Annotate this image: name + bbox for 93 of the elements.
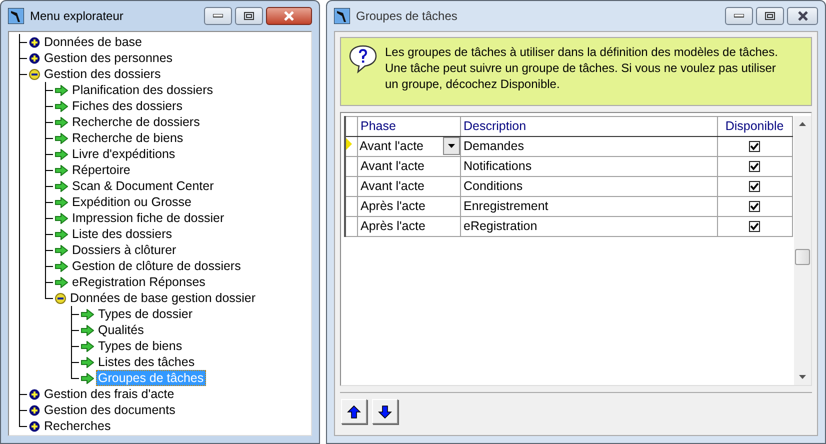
arrow-icon bbox=[55, 132, 68, 144]
arrow-icon bbox=[55, 228, 68, 240]
tree-item[interactable]: Gestion des dossiers bbox=[42, 66, 163, 82]
minimize-button[interactable] bbox=[204, 7, 232, 25]
close-icon bbox=[283, 11, 295, 21]
close-button[interactable] bbox=[266, 7, 312, 25]
arrow-icon bbox=[55, 244, 68, 256]
app-icon bbox=[8, 8, 24, 24]
arrow-icon bbox=[55, 212, 68, 224]
close-button[interactable] bbox=[787, 7, 818, 25]
minimize-icon bbox=[213, 14, 223, 18]
arrow-icon bbox=[55, 196, 68, 208]
tree-item[interactable]: Recherches bbox=[42, 418, 113, 434]
table-cell: Après l'acte bbox=[357, 216, 460, 236]
tree-item[interactable]: Listes des tâches bbox=[96, 354, 197, 370]
tree-item[interactable]: Gestion des documents bbox=[42, 402, 178, 418]
arrow-icon bbox=[55, 276, 68, 288]
scroll-down-icon[interactable] bbox=[799, 375, 806, 379]
scroll-up-icon[interactable] bbox=[799, 122, 806, 126]
info-text: Les groupes de tâches à utiliser dans la définition des modèles de tâches. Une tâche peut suivre un groupe de tâches. Si vous ne voulez pas utiliser un groupe, décochez Disponible. bbox=[385, 44, 779, 93]
scroll-thumb[interactable] bbox=[795, 249, 810, 265]
minimize-icon bbox=[734, 14, 744, 18]
move-up-button[interactable] bbox=[341, 399, 367, 424]
column-header[interactable]: Phase bbox=[357, 116, 460, 136]
tree-item[interactable]: Gestion des personnes bbox=[42, 50, 175, 66]
arrow-icon bbox=[55, 148, 68, 160]
arrow-icon bbox=[81, 356, 94, 368]
table-cell: Demandes bbox=[460, 136, 717, 156]
tree-item[interactable]: Liste des dossiers bbox=[70, 226, 174, 242]
tree-item[interactable]: eRegistration Réponses bbox=[70, 274, 208, 290]
checkbox[interactable] bbox=[749, 180, 760, 192]
minus-icon[interactable] bbox=[29, 68, 40, 80]
maximize-button[interactable] bbox=[235, 7, 263, 25]
table-cell: Avant l'acte bbox=[357, 176, 460, 196]
table-cell: Notifications bbox=[460, 156, 717, 176]
tree-item[interactable]: Fiches des dossiers bbox=[70, 98, 184, 114]
table-cell: eRegistration bbox=[460, 216, 717, 236]
arrow-icon bbox=[81, 324, 94, 336]
arrow-icon bbox=[81, 372, 94, 384]
tree-item[interactable]: Livre d'expéditions bbox=[70, 146, 178, 162]
arrow-icon bbox=[81, 340, 94, 352]
checkbox[interactable] bbox=[749, 220, 760, 232]
move-down-button[interactable] bbox=[372, 399, 398, 424]
arrow-up-icon bbox=[347, 404, 361, 418]
column-header[interactable]: Description bbox=[460, 116, 717, 136]
table-cell: Conditions bbox=[460, 176, 717, 196]
tree-item[interactable]: Scan & Document Center bbox=[70, 178, 216, 194]
minimize-button[interactable] bbox=[725, 7, 753, 25]
tree-item[interactable]: Types de dossier bbox=[96, 306, 194, 322]
close-icon bbox=[796, 11, 808, 21]
arrow-icon bbox=[81, 308, 94, 320]
arrow-icon bbox=[55, 84, 68, 96]
table-cell: Avant l'acte bbox=[357, 156, 460, 176]
arrow-icon bbox=[55, 260, 68, 272]
arrow-icon bbox=[55, 180, 68, 192]
plus-icon[interactable] bbox=[29, 36, 40, 48]
plus-icon[interactable] bbox=[29, 52, 40, 64]
arrow-down-icon bbox=[378, 404, 392, 418]
tree-item[interactable]: Types de biens bbox=[96, 338, 184, 354]
table-cell: Enregistrement bbox=[460, 196, 717, 216]
checkbox[interactable] bbox=[749, 200, 760, 212]
tree-item[interactable]: Recherche de dossiers bbox=[70, 114, 202, 130]
plus-icon[interactable] bbox=[29, 420, 40, 432]
window-title: Groupes de tâches bbox=[356, 8, 458, 25]
minus-icon[interactable] bbox=[55, 292, 66, 304]
checkbox[interactable] bbox=[749, 140, 760, 152]
tree-item[interactable]: Expédition ou Grosse bbox=[70, 194, 194, 210]
plus-icon[interactable] bbox=[29, 404, 40, 416]
tree-item[interactable]: Recherche de biens bbox=[70, 130, 186, 146]
tree-item[interactable]: Données de base bbox=[42, 34, 144, 50]
maximize-button[interactable] bbox=[756, 7, 784, 25]
table-cell: Après l'acte bbox=[357, 196, 460, 216]
plus-icon[interactable] bbox=[29, 388, 40, 400]
tree-item[interactable]: Gestion de clôture de dossiers bbox=[70, 258, 243, 274]
maximize-icon bbox=[244, 12, 254, 20]
checkbox[interactable] bbox=[749, 160, 760, 172]
tree-item[interactable]: Planification des dossiers bbox=[70, 82, 216, 98]
arrow-icon bbox=[55, 116, 68, 128]
app-icon bbox=[334, 8, 350, 24]
tree-item[interactable]: Qualités bbox=[96, 322, 146, 338]
window-title: Menu explorateur bbox=[30, 8, 124, 25]
tree-item[interactable]: Impression fiche de dossier bbox=[70, 210, 226, 226]
scrollbar[interactable] bbox=[794, 116, 811, 385]
maximize-icon bbox=[765, 12, 775, 20]
tree-item[interactable]: Données de base gestion dossier bbox=[68, 290, 258, 306]
caret-icon bbox=[448, 144, 454, 148]
tree-item[interactable]: Gestion des frais d'acte bbox=[42, 386, 176, 402]
tree-item[interactable]: Répertoire bbox=[70, 162, 132, 178]
help-bubble-icon bbox=[349, 44, 377, 74]
arrow-icon bbox=[55, 164, 68, 176]
column-header[interactable]: Disponible bbox=[717, 116, 792, 136]
arrow-icon bbox=[55, 100, 68, 112]
tree-item[interactable]: Dossiers à clôturer bbox=[70, 242, 178, 258]
